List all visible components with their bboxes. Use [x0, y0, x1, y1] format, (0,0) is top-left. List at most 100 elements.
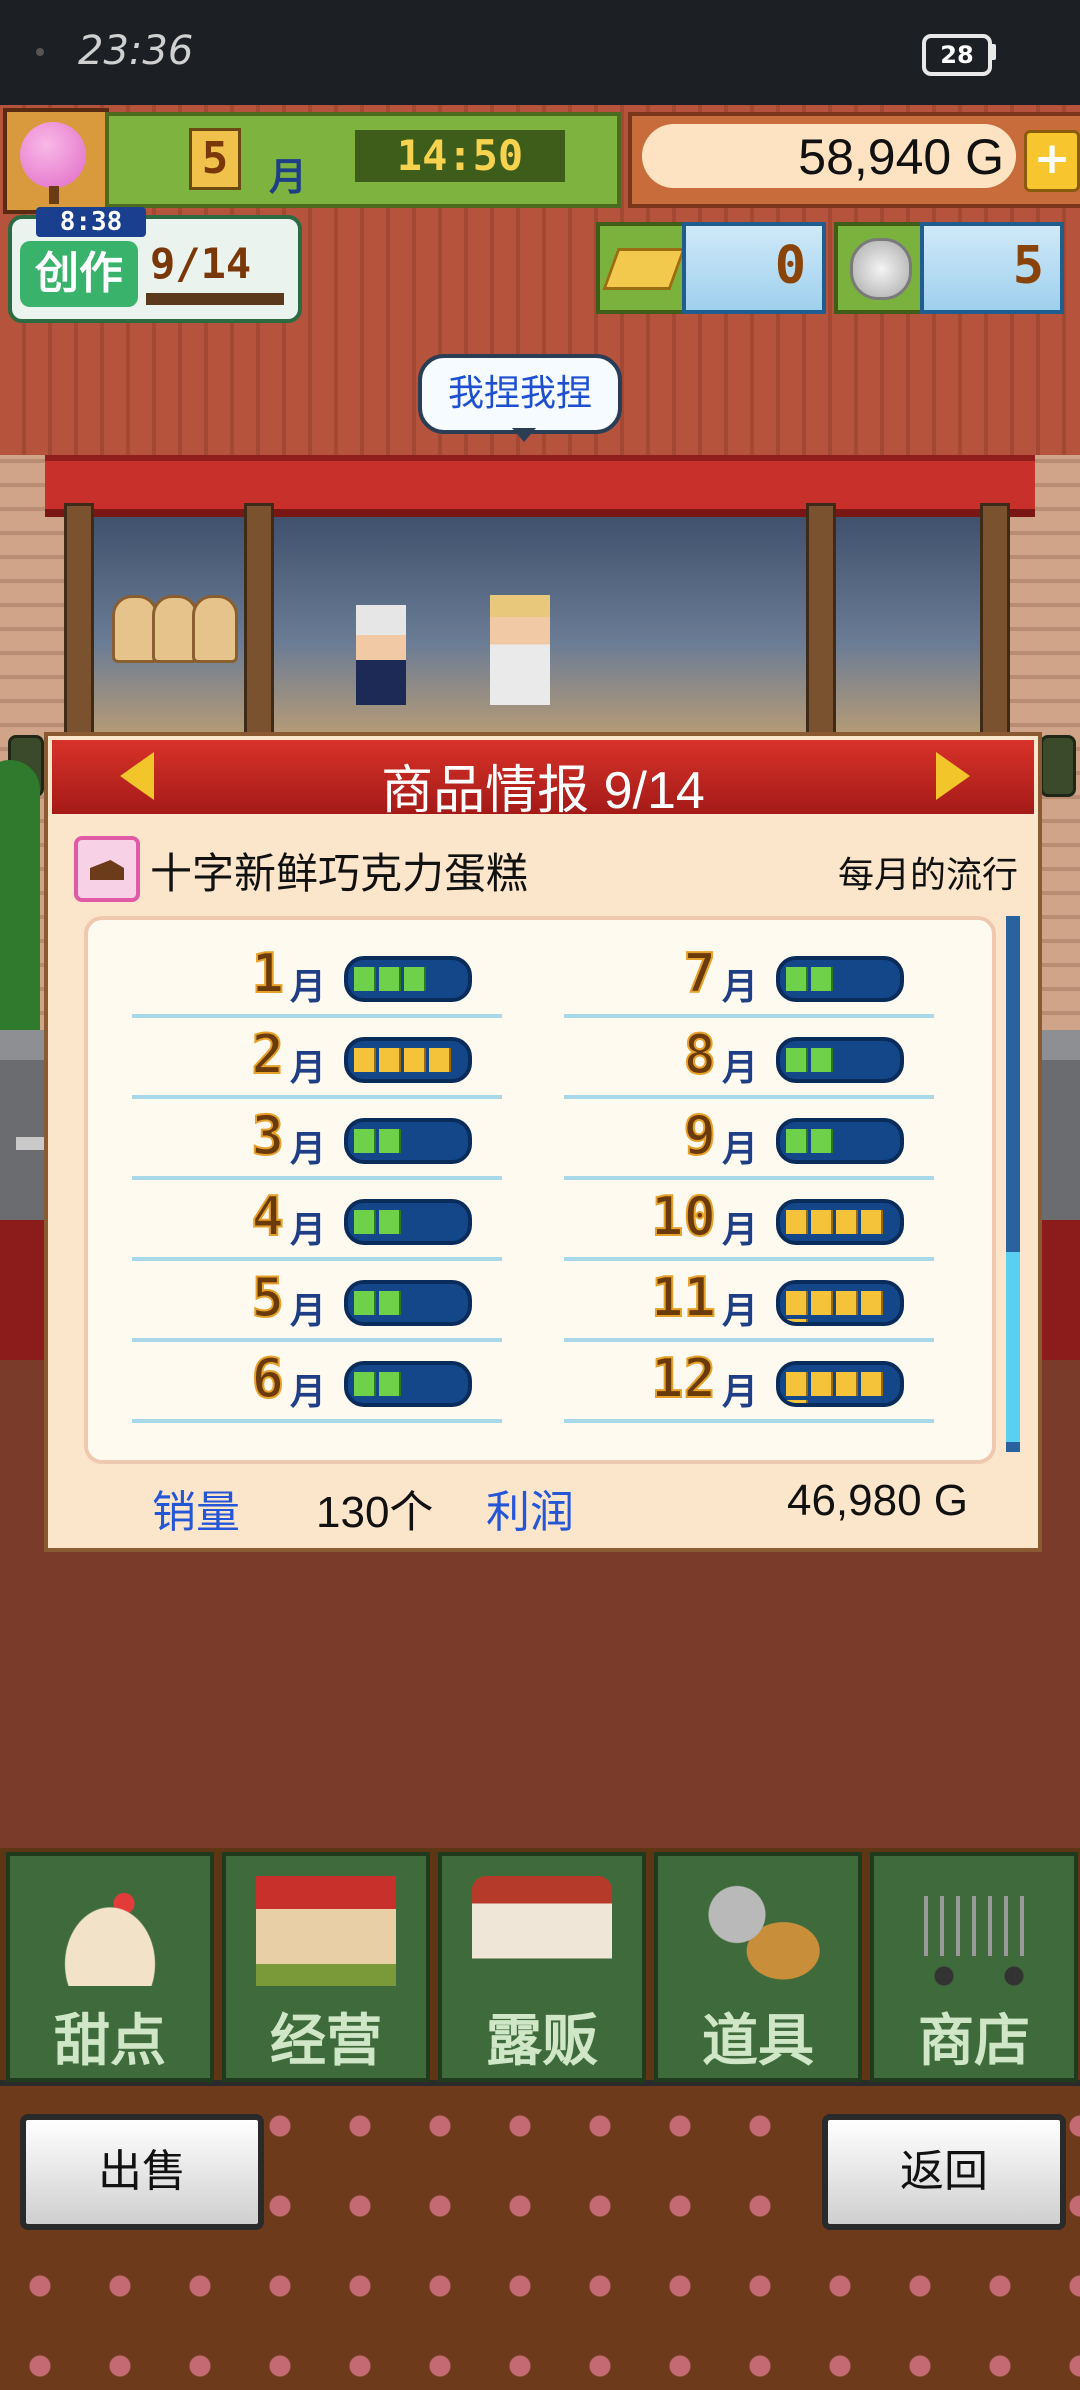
trend-meter-segment	[354, 1210, 376, 1234]
trend-meter-segment	[811, 1372, 833, 1396]
month-unit: 月	[722, 1210, 759, 1251]
trend-meter	[776, 1280, 904, 1326]
trend-meter	[776, 1037, 904, 1083]
panel-header: 商品情报 9/14	[52, 740, 1034, 820]
scrollbar-thumb[interactable]	[1006, 1252, 1020, 1442]
next-product-arrow-icon[interactable]	[936, 752, 970, 800]
status-bar: 23:36 28	[0, 0, 1080, 105]
trend-meter	[344, 1361, 472, 1407]
nav-label: 道具	[702, 2009, 814, 2074]
trend-meter-segment	[811, 1048, 833, 1072]
trend-meter-segment	[811, 967, 833, 991]
month-unit: 月	[290, 1372, 327, 1413]
month-unit: 月	[290, 1129, 327, 1170]
create-timer: 8:38	[36, 207, 146, 237]
month-number: 11	[650, 1265, 717, 1330]
trend-meter-fill	[354, 967, 429, 991]
month-trend-row: 12 月	[564, 1339, 934, 1423]
shopping-cart-icon	[904, 1876, 1044, 1986]
nav-desserts-button[interactable]: 甜点	[6, 1852, 214, 2082]
bottom-nav: 甜点 经营 露贩 道具 商店	[0, 1848, 1080, 2082]
month-number: 6	[250, 1346, 285, 1411]
trend-meter-segment	[379, 1210, 401, 1234]
date-time-bar: 5 月 14:50	[105, 112, 621, 208]
trend-meter-fill	[786, 1210, 886, 1234]
shopkeeper-character[interactable]	[356, 605, 406, 705]
add-money-button[interactable]: +	[1024, 130, 1080, 192]
month-number: 3	[250, 1103, 285, 1168]
trend-meter	[344, 1280, 472, 1326]
trend-meter-segment	[836, 1210, 858, 1234]
nav-label: 露贩	[486, 2009, 598, 2074]
chef-character[interactable]	[490, 595, 550, 705]
month-number: 4	[250, 1184, 285, 1249]
create-status-button[interactable]: 8:38 创作 9/14	[8, 207, 302, 323]
trend-meter-segment	[379, 1048, 401, 1072]
profit-value: 46,980 G	[786, 1476, 968, 1525]
silver-coin-icon	[850, 238, 912, 300]
bread-display	[192, 595, 238, 663]
back-button[interactable]: 返回	[822, 2114, 1066, 2230]
money-bar: 58,940 G +	[628, 112, 1080, 208]
month-trend-row: 7月	[564, 934, 934, 1018]
product-name: 十字新鲜巧克力蛋糕	[150, 850, 529, 897]
trend-meter-segment	[429, 1048, 451, 1072]
food-truck-icon	[472, 1876, 612, 1986]
trend-meter-segment	[786, 1291, 808, 1315]
month-trend-row: 1月	[132, 934, 502, 1018]
gold-bar-count: 0	[774, 236, 806, 296]
gold-bar-counter: 0	[682, 222, 826, 314]
trend-meter-fill	[786, 1048, 836, 1072]
trend-meter	[776, 956, 904, 1002]
speech-bubble-tail	[512, 428, 536, 442]
month-number: 5	[250, 1265, 285, 1330]
trend-meter-fill	[354, 1210, 404, 1234]
nav-items-button[interactable]: 道具	[654, 1852, 862, 2082]
panel-title: 商品情报 9/14	[381, 762, 705, 820]
month-unit: 月	[722, 1129, 759, 1170]
cake-icon	[40, 1876, 180, 1986]
month-unit: 月	[290, 967, 327, 1008]
nav-store-button[interactable]: 商店	[870, 1852, 1078, 2082]
trend-meter-segment	[404, 967, 426, 991]
player-avatar-button[interactable]	[3, 108, 109, 214]
create-label: 创作	[20, 241, 138, 307]
month-trend-row: 10 月	[564, 1177, 934, 1261]
month-unit: 月	[722, 1291, 759, 1332]
trend-meter-segment	[786, 1319, 808, 1322]
profit-label: 利润	[486, 1488, 574, 1537]
trend-meter-segment	[786, 1210, 808, 1234]
trend-meter	[344, 1037, 472, 1083]
trend-meter-fill	[786, 1291, 900, 1322]
trend-meter-segment	[786, 1372, 808, 1396]
month-unit: 月	[290, 1291, 327, 1332]
nav-food-truck-button[interactable]: 露贩	[438, 1852, 646, 2082]
month-trend-row: 2月	[132, 1015, 502, 1099]
trend-meter-segment	[786, 1129, 808, 1153]
month-trend-row: 3月	[132, 1096, 502, 1180]
month-unit: 月	[290, 1048, 327, 1089]
silver-coin-counter: 5	[920, 222, 1064, 314]
shop-awning	[45, 455, 1035, 517]
trend-meter-segment	[379, 967, 401, 991]
trend-meter	[776, 1118, 904, 1164]
trend-meter-segment	[811, 1129, 833, 1153]
trend-meter-segment	[786, 967, 808, 991]
trend-meter-segment	[354, 1291, 376, 1315]
money-display: 58,940 G	[642, 124, 1016, 188]
sell-button[interactable]: 出售	[20, 2114, 264, 2230]
trend-meter-segment	[354, 1048, 376, 1072]
silver-coin-icon-box	[834, 222, 924, 314]
game-clock: 14:50	[355, 130, 565, 182]
month-number: 12	[650, 1346, 717, 1411]
cake-icon	[90, 860, 124, 880]
nav-management-button[interactable]: 经营	[222, 1852, 430, 2082]
product-info-panel: 商品情报 9/14 十字新鲜巧克力蛋糕 每月的流行 1月2月3月4月5月6月7月…	[44, 732, 1042, 1552]
month-trend-row: 9月	[564, 1096, 934, 1180]
nav-label: 甜点	[54, 2009, 166, 2074]
wall-lamp	[1040, 735, 1076, 797]
panel-scrollbar[interactable]	[1006, 916, 1020, 1452]
trend-meter-segment	[811, 1210, 833, 1234]
monthly-trend-label: 每月的流行	[837, 854, 1018, 895]
month-unit: 月	[722, 1048, 759, 1089]
